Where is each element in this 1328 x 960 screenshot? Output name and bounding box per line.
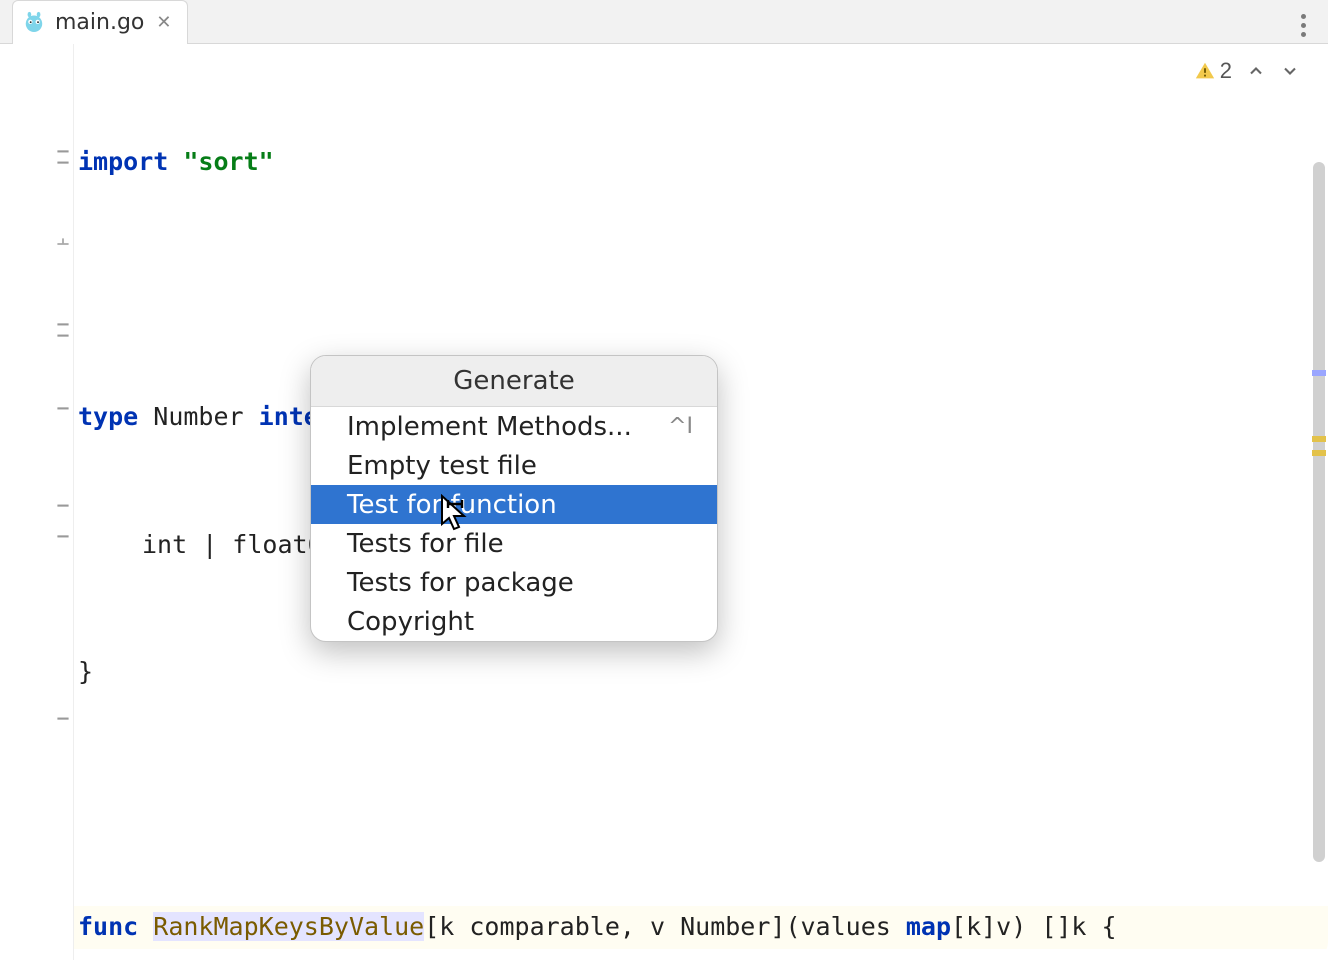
fold-end-icon[interactable]: [55, 705, 71, 721]
type-name: Number: [138, 402, 258, 431]
fold-collapse-icon[interactable]: [55, 406, 71, 422]
keyword-import: import: [78, 147, 168, 176]
keyword-func: func: [78, 912, 138, 941]
fold-end-icon[interactable]: [55, 492, 71, 508]
brace: }: [74, 651, 1328, 694]
generate-menu-item[interactable]: Test for function: [311, 485, 717, 524]
generate-menu-item[interactable]: Tests for package: [311, 563, 717, 602]
warning-count: 2: [1220, 58, 1232, 84]
inspections-widget[interactable]: 2: [1194, 58, 1300, 84]
fold-collapse-icon[interactable]: [55, 322, 71, 338]
generate-menu-item[interactable]: Tests for file: [311, 524, 717, 563]
generate-popup: Generate Implement Methods... ^I Empty tes…: [310, 355, 718, 642]
tab-bar: main.go ✕: [0, 0, 1328, 44]
gutter: [0, 44, 74, 960]
menu-item-label: Tests for package: [347, 568, 574, 598]
caret-marker[interactable]: [1312, 370, 1326, 376]
scrollbar-thumb[interactable]: [1313, 162, 1325, 862]
generate-menu-item[interactable]: Empty test file: [311, 446, 717, 485]
menu-item-label: Tests for file: [347, 529, 504, 559]
function-name: RankMapKeysByValue: [153, 912, 424, 941]
menu-item-label: Empty test file: [347, 451, 537, 481]
func-signature: [k]v) []k {: [951, 912, 1117, 941]
more-options-icon[interactable]: [1301, 14, 1306, 37]
blank-line: [74, 269, 1328, 312]
blank-line: [74, 779, 1328, 822]
vertical-scrollbar[interactable]: [1310, 52, 1328, 930]
tab-filename: main.go: [55, 10, 144, 35]
warning-icon[interactable]: 2: [1194, 58, 1232, 84]
popup-title: Generate: [311, 356, 717, 407]
keyword-type: type: [78, 402, 138, 431]
generate-menu-item[interactable]: Implement Methods... ^I: [311, 407, 717, 446]
menu-item-shortcut: ^I: [668, 414, 693, 439]
menu-item-label: Test for function: [347, 490, 557, 520]
generate-menu-item[interactable]: Copyright: [311, 602, 717, 641]
keyword-map: map: [906, 912, 951, 941]
warning-marker[interactable]: [1312, 450, 1326, 456]
go-file-icon: [23, 10, 45, 36]
string-literal: "sort": [183, 147, 273, 176]
prev-highlight-icon[interactable]: [1246, 61, 1266, 81]
menu-item-label: Copyright: [347, 607, 474, 637]
next-highlight-icon[interactable]: [1280, 61, 1300, 81]
close-tab-icon[interactable]: ✕: [154, 12, 173, 33]
fold-end-icon[interactable]: [55, 236, 71, 252]
func-signature: [k comparable, v Number](values: [424, 912, 906, 941]
editor-tab-main-go[interactable]: main.go ✕: [12, 0, 188, 44]
warning-marker[interactable]: [1312, 436, 1326, 442]
fold-collapse-icon[interactable]: [55, 149, 71, 165]
fold-collapse-icon[interactable]: [55, 534, 71, 550]
menu-item-label: Implement Methods...: [347, 412, 632, 442]
